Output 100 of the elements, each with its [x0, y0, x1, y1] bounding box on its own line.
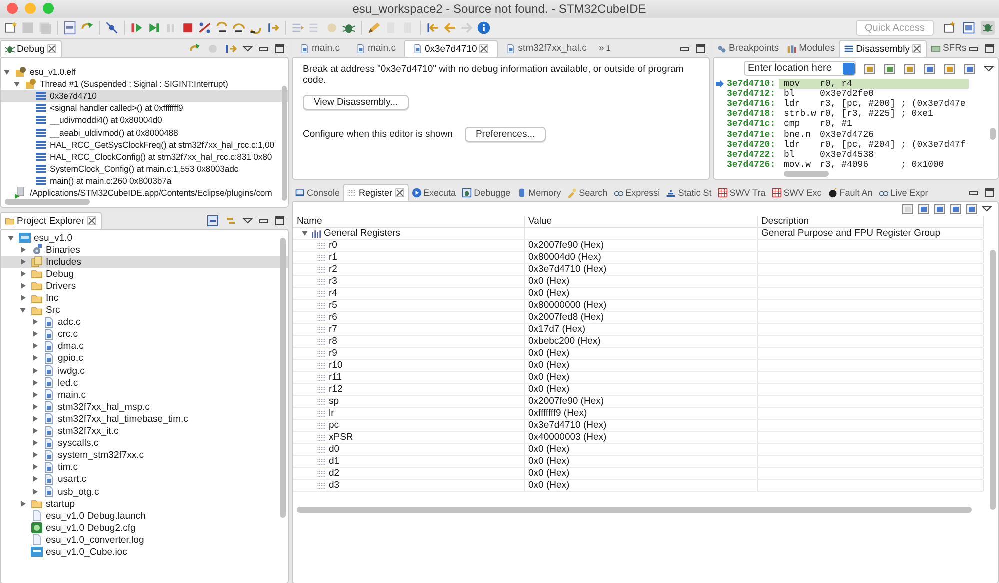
tree-toggle[interactable] [31, 451, 40, 460]
tree-toggle[interactable] [31, 390, 40, 400]
tree-item[interactable]: led.c [1, 377, 288, 390]
tree-item[interactable]: HAL_RCC_ClockConfig() at stm32f7xx_hal_rcc.c:831 0x80 [1, 150, 288, 163]
step-into-icon[interactable] [215, 21, 229, 35]
binary-icon[interactable] [63, 21, 77, 35]
tab[interactable]: Register [343, 184, 409, 201]
play-icon[interactable] [147, 21, 161, 35]
scrollbar[interactable] [5, 199, 90, 205]
tree-item[interactable]: stm32f7xx_hal_msp.c [1, 401, 288, 414]
tree-toggle[interactable] [31, 378, 40, 388]
tree-item[interactable]: 0x3e7d4710 [1, 90, 288, 102]
tree-item[interactable]: Thread #1 (Suspended : Signal : SIGINT:Interrupt) [1, 78, 288, 90]
step-over-icon[interactable] [232, 21, 246, 35]
tree-toggle[interactable] [7, 234, 16, 243]
close-icon[interactable] [394, 188, 405, 198]
tree-toggle[interactable] [19, 258, 28, 267]
view-menu-icon[interactable] [984, 64, 994, 74]
tree-item[interactable]: system_stm32f7xx.c [1, 450, 288, 462]
skip-breakpoints-icon[interactable] [105, 21, 119, 35]
tree-toggle[interactable] [31, 427, 40, 436]
tree-item[interactable]: iwdg.c [1, 365, 288, 378]
tab[interactable]: Console [292, 184, 344, 201]
tree-item[interactable]: Src [1, 304, 288, 317]
tree-item[interactable]: Drivers [1, 280, 288, 292]
tab[interactable]: Debugge [459, 184, 514, 201]
tab[interactable]: Disassembly [839, 40, 927, 57]
tree-toggle[interactable] [31, 366, 40, 376]
dropdown-button[interactable] [843, 62, 855, 74]
tree-item[interactable]: usb_otg.c [1, 486, 288, 498]
tree-item[interactable]: crc.c [1, 328, 288, 341]
view-menu-icon[interactable] [982, 204, 992, 214]
tree-item[interactable]: Includes [1, 256, 288, 268]
tree-item[interactable]: esu_v1.0_Cube.ioc [1, 546, 288, 559]
tree-toggle[interactable] [31, 439, 40, 448]
tree-toggle[interactable] [31, 342, 40, 352]
tab[interactable]: Modules [783, 40, 840, 57]
tree-item[interactable]: Binaries [1, 244, 288, 256]
tree-toggle[interactable] [301, 229, 310, 238]
tab[interactable]: SWV Tra [714, 184, 769, 201]
view-menu-icon[interactable] [243, 216, 253, 226]
tree-item[interactable]: main() at main.c:260 0x8003b7a [1, 174, 288, 187]
instruction-step-icon[interactable] [225, 42, 237, 54]
tab[interactable]: Search [564, 184, 611, 201]
tree-toggle[interactable] [31, 330, 40, 340]
tree-item[interactable]: dma.c [1, 340, 288, 353]
maximize-icon[interactable] [275, 216, 285, 226]
tree-item[interactable]: __aeabi_uldivmod() at 0x8000488 [1, 126, 288, 139]
tree-item[interactable]: esu_v1.0 [1, 232, 288, 244]
tab[interactable]: Static St [663, 184, 715, 201]
tab[interactable]: Breakpoints [713, 40, 784, 57]
tree-toggle[interactable] [31, 463, 40, 472]
tree-item[interactable]: stm32f7xx_hal_timebase_tim.c [1, 413, 288, 426]
location-field[interactable]: Enter location here [744, 61, 856, 76]
tree-toggle[interactable] [31, 354, 40, 364]
tab[interactable]: SFRs [926, 40, 969, 57]
tab[interactable]: main.c [292, 40, 348, 57]
tab[interactable]: Memory [514, 184, 564, 201]
tab[interactable]: Executa [408, 184, 460, 201]
tree-item[interactable]: stm32f7xx_it.c [1, 426, 288, 438]
tree-item[interactable]: esu_v1.0 Debug.launch [1, 510, 288, 522]
tree-item[interactable]: adc.c [1, 316, 288, 329]
new-file-icon[interactable] [4, 21, 18, 35]
close-icon[interactable] [86, 216, 97, 226]
tree-toggle[interactable] [19, 282, 28, 291]
tab[interactable]: SWV Exc [768, 184, 825, 201]
close-icon[interactable] [912, 44, 922, 54]
stop-icon[interactable] [181, 21, 195, 35]
preferences-button[interactable]: Preferences... [464, 127, 546, 142]
tree-item[interactable]: HAL_RCC_GetSysClockFreq() at stm32f7xx_hal_rcc.c:1,00 [1, 138, 288, 151]
tab[interactable]: Expressi [610, 184, 664, 201]
tree-item[interactable]: esu_v1.0_converter.log [1, 534, 288, 546]
tab[interactable]: stm32f7xx_hal.c [498, 40, 595, 57]
tab[interactable]: Fault An [824, 184, 876, 201]
column-header[interactable]: Description [757, 216, 983, 228]
tree-toggle[interactable] [3, 68, 12, 77]
pencil-icon[interactable] [367, 21, 381, 35]
disconnect-icon[interactable] [198, 21, 212, 35]
tree-item[interactable]: Inc [1, 292, 288, 305]
tree-toggle[interactable] [31, 475, 40, 484]
perspective-icon[interactable] [943, 21, 957, 35]
tab[interactable]: Project Explorer [0, 212, 102, 229]
maximize-icon[interactable] [985, 188, 995, 198]
tree-item[interactable]: main.c [1, 389, 288, 402]
tree-item[interactable]: SystemClock_Config() at main.c:1,553 0x8003adc [1, 162, 288, 175]
quick-access-field[interactable]: Quick Access [856, 20, 934, 36]
tab[interactable]: 0x3e7d4710 [404, 40, 498, 57]
tree-item[interactable]: tim.c [1, 462, 288, 474]
tree-item[interactable]: esu_v1.0 Debug2.cfg [1, 522, 288, 534]
column-header[interactable]: Name [293, 216, 524, 228]
tree-toggle[interactable] [31, 488, 40, 497]
tree-item[interactable]: startup [1, 498, 288, 510]
tree-toggle[interactable] [13, 80, 22, 89]
tab[interactable]: Live Expr [876, 184, 932, 201]
scrollbar[interactable] [990, 128, 996, 140]
tree-item[interactable]: esu_v1.0.elf [1, 66, 288, 78]
tab[interactable]: Debug [0, 40, 62, 57]
scrollbar[interactable] [990, 250, 996, 510]
tree-toggle[interactable] [19, 246, 28, 255]
maximize-icon[interactable] [696, 44, 706, 54]
